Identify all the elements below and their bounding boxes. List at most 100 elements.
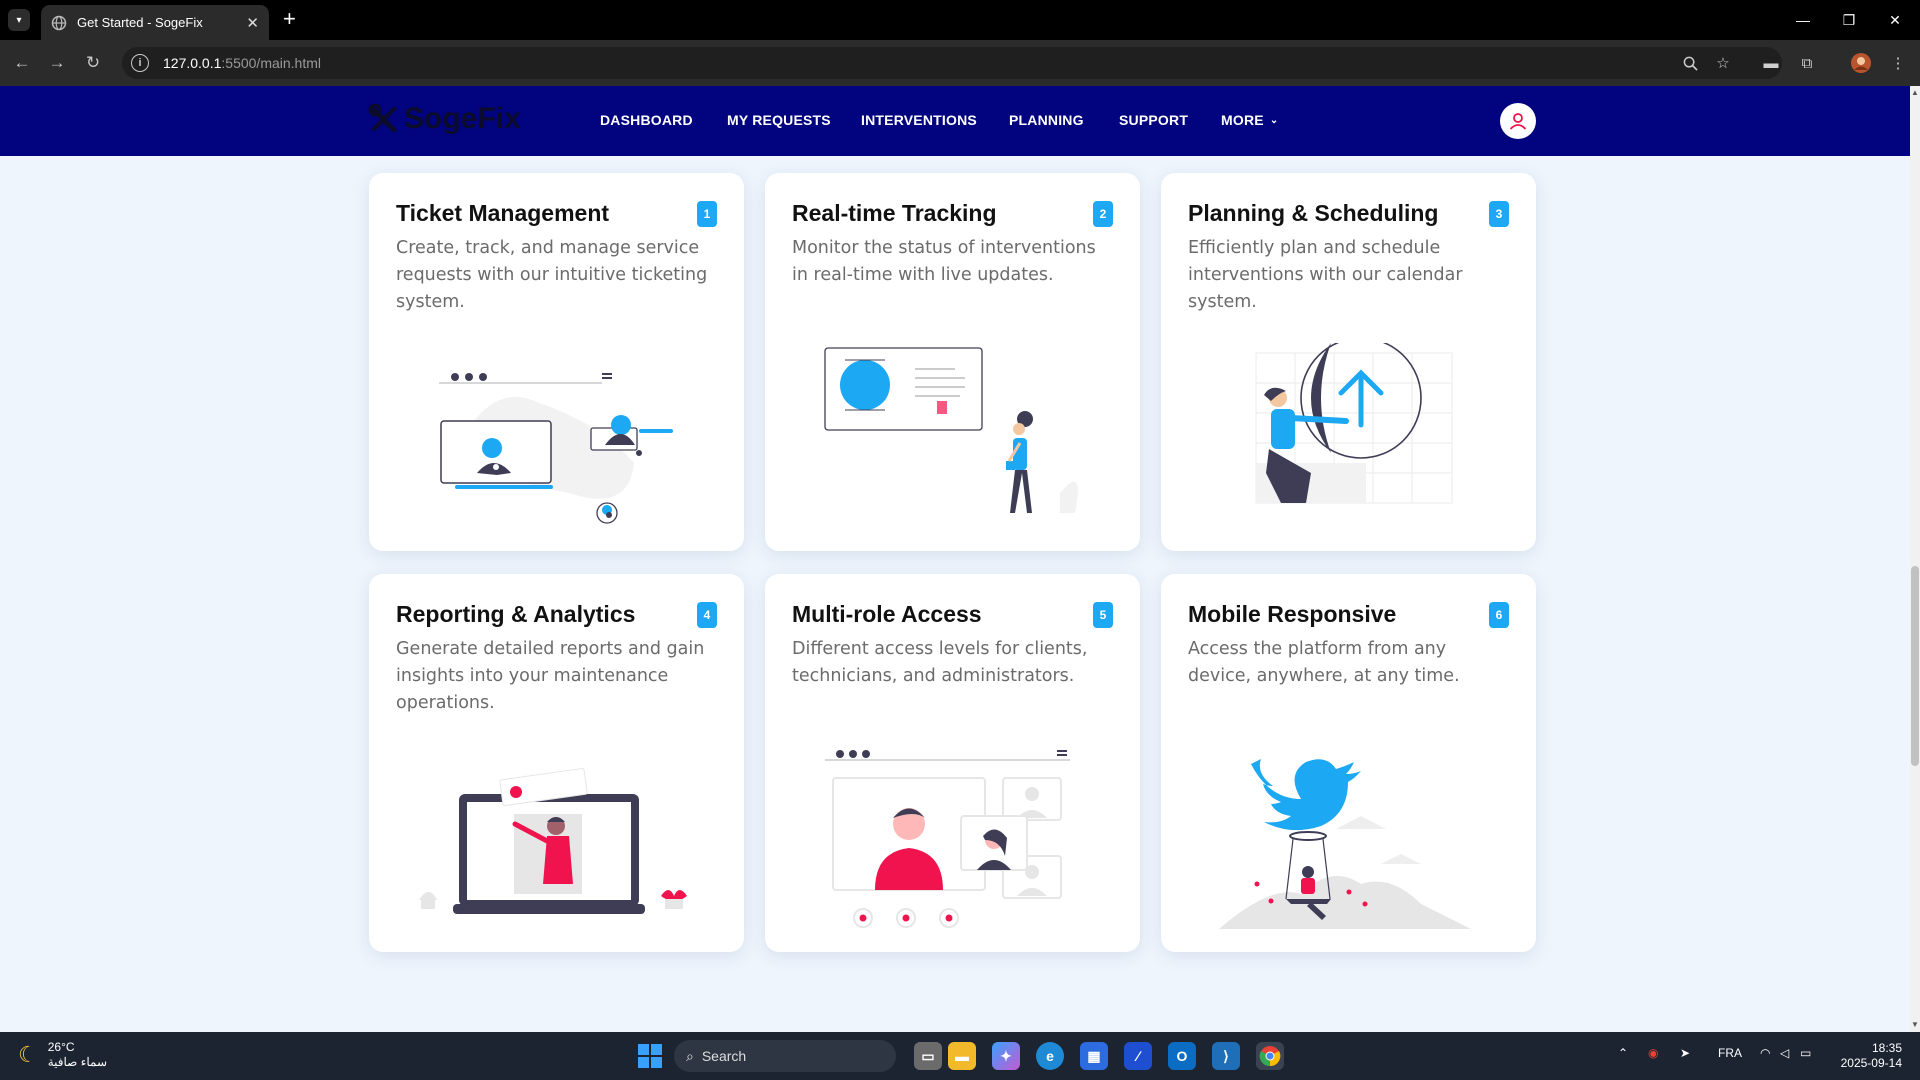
nav-interventions[interactable]: INTERVENTIONS: [861, 112, 977, 128]
moon-icon: ☾: [18, 1042, 38, 1067]
feature-card-ticket-management: 1 Ticket Management Create, track, and m…: [369, 173, 744, 551]
feature-description: Different access levels for clients, tec…: [792, 639, 1088, 686]
browser-menu-icon[interactable]: ⋮: [1890, 50, 1906, 76]
tracking-illustration-icon: [824, 347, 1078, 513]
weather-desc: سماء صافية: [47, 1055, 107, 1069]
feature-card-planning-scheduling: 3 Planning & Scheduling Efficiently plan…: [1161, 173, 1536, 551]
windows-start-icon[interactable]: [638, 1044, 662, 1068]
feature-number-badge: 3: [1489, 201, 1509, 227]
minimize-icon[interactable]: —: [1780, 0, 1826, 40]
feature-card-multi-role-access: 5 Multi-role Access Different access lev…: [765, 574, 1140, 952]
clock-time: 18:35: [1871, 1041, 1902, 1055]
nav-support[interactable]: SUPPORT: [1119, 112, 1188, 128]
app-navbar: SogeFix DASHBOARD MY REQUESTS INTERVENTI…: [0, 86, 1910, 156]
copilot-icon[interactable]: ✦: [992, 1042, 1020, 1070]
task-view-icon[interactable]: ▭: [914, 1042, 942, 1070]
feature-card-reporting-analytics: 4 Reporting & Analytics Generate detaile…: [369, 574, 744, 952]
input-language[interactable]: FRA: [1718, 1046, 1742, 1060]
feature-title: Planning & Scheduling: [1188, 200, 1439, 226]
user-icon: [1509, 113, 1527, 130]
bookmark-star-icon[interactable]: ☆: [1712, 47, 1734, 79]
feature-number-badge: 5: [1093, 602, 1113, 628]
battery-icon[interactable]: ▭: [1800, 1046, 1811, 1060]
restore-icon[interactable]: ❐: [1826, 0, 1872, 40]
feature-description: Monitor the status of interventions in r…: [792, 238, 1096, 285]
taskbar-clock[interactable]: 18:35 2025-09-14: [1836, 1041, 1902, 1071]
page-viewport: SogeFix DASHBOARD MY REQUESTS INTERVENTI…: [0, 86, 1910, 1032]
outlook-icon[interactable]: O: [1168, 1042, 1196, 1070]
feature-number-badge: 4: [697, 602, 717, 628]
feature-number-badge: 2: [1093, 201, 1113, 227]
wifi-icon[interactable]: ◠: [1760, 1046, 1770, 1060]
address-bar[interactable]: i 127.0.0.1:5500/main.html ☆: [122, 47, 1782, 79]
extensions-puzzle-icon[interactable]: ⧉: [1796, 50, 1818, 76]
feature-title: Reporting & Analytics: [396, 601, 636, 627]
microsoft-store-icon[interactable]: ▦: [1080, 1042, 1108, 1070]
feature-title: Multi-role Access: [792, 601, 982, 627]
feature-number-badge: 6: [1489, 602, 1509, 628]
url-text: 127.0.0.1:5500/main.html: [163, 55, 321, 71]
chevron-down-icon: ⌄: [1269, 114, 1279, 126]
globe-icon: [51, 15, 67, 31]
location-arrow-icon[interactable]: ➤: [1680, 1046, 1690, 1060]
browser-tab[interactable]: Get Started - SogeFix ✕: [41, 5, 269, 40]
scroll-down-icon[interactable]: ▼: [1911, 1020, 1919, 1030]
nav-planning[interactable]: PLANNING: [1009, 112, 1084, 128]
logo[interactable]: SogeFix: [368, 102, 521, 136]
feature-description: Access the platform from any device, any…: [1188, 639, 1460, 686]
feature-description: Create, track, and manage service reques…: [396, 238, 708, 312]
site-info-icon[interactable]: i: [131, 54, 149, 72]
tab-search-dropdown-icon[interactable]: ▾: [8, 9, 30, 31]
back-icon[interactable]: ←: [11, 52, 33, 74]
windows-taskbar: ☾ 26°C سماء صافية ⌕ Search ▭ ▬ ✦ e ▦ ∕ O…: [0, 1032, 1920, 1080]
reporting-illustration-icon: [419, 768, 687, 914]
scrollbar-thumb[interactable]: [1911, 566, 1919, 766]
tray-overflow-chevron-icon[interactable]: ⌃: [1618, 1046, 1628, 1060]
user-profile-button[interactable]: [1500, 103, 1536, 139]
taskbar-search[interactable]: ⌕ Search: [674, 1040, 896, 1072]
logo-text: SogeFix: [404, 102, 521, 135]
feature-description: Efficiently plan and schedule interventi…: [1188, 238, 1463, 312]
twitter-bird-illustration-icon: [1219, 759, 1471, 929]
browser-tab-bar: ▾ Get Started - SogeFix ✕ + — ❐ ✕: [0, 0, 1920, 40]
new-tab-button[interactable]: +: [283, 8, 296, 30]
feature-title: Ticket Management: [396, 200, 610, 226]
feature-number-badge: 1: [697, 201, 717, 227]
profile-avatar-icon[interactable]: [1850, 50, 1872, 76]
nav-dashboard[interactable]: DASHBOARD: [600, 112, 693, 128]
vscode-icon[interactable]: ⟩: [1212, 1042, 1240, 1070]
feature-card-real-time-tracking: 2 Real-time Tracking Monitor the status …: [765, 173, 1140, 551]
nav-more[interactable]: MORE ⌄: [1221, 112, 1278, 128]
clock-date: 2025-09-14: [1840, 1056, 1902, 1070]
weather-widget[interactable]: ☾ 26°C سماء صافية: [18, 1040, 107, 1070]
search-icon: ⌕: [686, 1047, 694, 1064]
forward-icon[interactable]: →: [46, 52, 68, 74]
feature-description: Generate detailed reports and gain insig…: [396, 639, 705, 713]
video-call-illustration-icon: [825, 750, 1070, 928]
tab-close-icon[interactable]: ✕: [246, 14, 259, 32]
taskbar-search-placeholder: Search: [701, 1048, 747, 1064]
volume-icon[interactable]: ◁: [1780, 1046, 1789, 1060]
feature-title: Mobile Responsive: [1188, 601, 1397, 627]
feature-title: Real-time Tracking: [792, 200, 997, 226]
ticket-illustration-icon: [439, 373, 673, 524]
planning-illustration-icon: [1255, 343, 1453, 504]
url-host: 127.0.0.1: [163, 55, 222, 71]
chrome-icon[interactable]: [1256, 1042, 1284, 1070]
edge-icon[interactable]: e: [1036, 1042, 1064, 1070]
zoom-icon[interactable]: [1679, 47, 1701, 79]
feature-card-mobile-responsive: 6 Mobile Responsive Access the platform …: [1161, 574, 1536, 952]
tray-app-icon[interactable]: ◉: [1648, 1046, 1658, 1060]
tab-title: Get Started - SogeFix: [77, 15, 203, 30]
file-explorer-icon[interactable]: ▬: [948, 1042, 976, 1070]
visual-studio-icon[interactable]: ∕: [1124, 1042, 1152, 1070]
extension-icon-dark[interactable]: ▬: [1760, 50, 1782, 76]
nav-my-requests[interactable]: MY REQUESTS: [727, 112, 831, 128]
reload-icon[interactable]: ↻: [82, 52, 104, 74]
tools-logo-icon: [368, 103, 397, 133]
page-scrollbar[interactable]: ▲ ▼: [1910, 86, 1920, 1032]
weather-temp: 26°C: [47, 1040, 75, 1054]
nav-more-label: MORE: [1221, 112, 1264, 128]
scroll-up-icon[interactable]: ▲: [1911, 88, 1919, 98]
close-window-icon[interactable]: ✕: [1872, 0, 1918, 40]
